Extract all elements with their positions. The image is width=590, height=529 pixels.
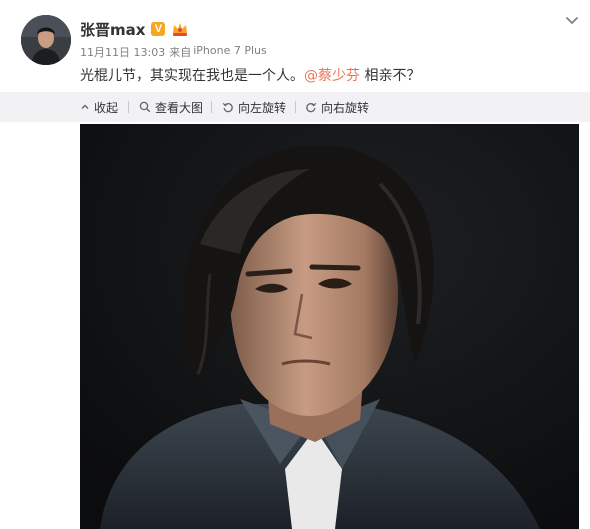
search-icon (139, 101, 151, 113)
image-toolbar: 收起 查看大图 向左旋转 向右旋转 (0, 92, 590, 122)
rotate-left-button[interactable]: 向左旋转 (222, 92, 286, 122)
avatar[interactable] (21, 15, 71, 65)
rotate-right-icon (306, 102, 317, 113)
post-meta: 11月11日 13:03 来自 iPhone 7 Plus (80, 44, 267, 60)
collapse-button[interactable]: 收起 (80, 92, 118, 122)
rotate-left-label: 向左旋转 (238, 100, 287, 115)
toolbar-divider (128, 101, 129, 113)
post-text-tail: 相亲不？ (360, 68, 421, 84)
mention-link[interactable]: @蔡少芬 (304, 68, 360, 84)
post-device: iPhone 7 Plus (193, 44, 267, 57)
username[interactable]: 张晋max (80, 19, 145, 40)
post-timestamp[interactable]: 11月11日 13:03 (80, 44, 165, 60)
toolbar-divider (211, 101, 212, 113)
author-row: 张晋max V (80, 19, 189, 39)
post-text: 光棍儿节，其实现在我也是一个人。@蔡少芬 相亲不？ (80, 66, 420, 86)
rotate-right-button[interactable]: 向右旋转 (305, 92, 369, 122)
chevron-down-icon[interactable] (564, 12, 580, 28)
view-large-label: 查看大图 (155, 100, 204, 115)
vip-crown-icon (173, 23, 188, 36)
weibo-post: 张晋max V 11月11日 13:03 来自 iPhone 7 Plus 光棍… (0, 0, 590, 529)
post-photo[interactable] (80, 124, 579, 529)
toolbar-divider (295, 101, 296, 113)
source-prefix: 来自 (169, 46, 192, 59)
rotate-left-icon (222, 102, 233, 113)
verified-badge-icon: V (151, 22, 166, 36)
view-large-button[interactable]: 查看大图 (139, 92, 203, 122)
collapse-icon (81, 104, 89, 109)
post-text-body: 光棍儿节，其实现在我也是一个人。 (80, 68, 304, 84)
rotate-right-label: 向右旋转 (321, 100, 370, 115)
portrait-photo (80, 124, 579, 529)
collapse-label: 收起 (94, 100, 119, 115)
